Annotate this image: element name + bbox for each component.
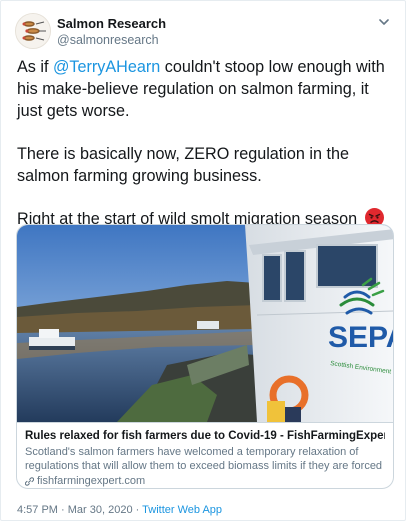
card-image[interactable]: SEPA Scottish Environment Protection Age…: [17, 225, 394, 422]
avatar[interactable]: [15, 13, 51, 49]
tweet-paragraph-1: As if @TerryAHearn couldn't stoop low en…: [17, 56, 397, 122]
meta-separator: ·: [132, 504, 143, 516]
card-link[interactable]: fishfarmingexpert.com: [25, 474, 385, 488]
chevron-down-icon[interactable]: [377, 15, 391, 29]
tweet-header: Salmon Research @salmonresearch: [15, 13, 393, 53]
author-handle[interactable]: @salmonresearch: [57, 32, 166, 48]
link-card[interactable]: SEPA Scottish Environment Protection Age…: [16, 224, 394, 489]
tweet-source[interactable]: Twitter Web App: [142, 504, 222, 516]
tweet-time[interactable]: 4:57 PM: [17, 504, 58, 516]
author-block[interactable]: Salmon Research @salmonresearch: [57, 16, 166, 48]
card-body[interactable]: Rules relaxed for fish farmers due to Co…: [17, 422, 393, 488]
tweet-paragraph-2: There is basically now, ZERO regulation …: [17, 145, 350, 185]
meta-separator: ·: [57, 504, 68, 516]
tweet-card: Salmon Research @salmonresearch As if @T…: [0, 0, 406, 521]
link-icon: [25, 476, 34, 486]
tweet-meta: 4:57 PM · Mar 30, 2020 · Twitter Web App: [17, 504, 222, 516]
author-display-name[interactable]: Salmon Research: [57, 16, 166, 32]
card-description: Scotland's salmon farmers have welcomed …: [25, 446, 383, 472]
card-title[interactable]: Rules relaxed for fish farmers due to Co…: [25, 429, 385, 444]
sepa-logo-text: SEPA: [328, 321, 394, 354]
tweet-text-before-mention: As if: [17, 58, 53, 76]
tweet-text: As if @TerryAHearn couldn't stoop low en…: [17, 56, 397, 251]
mention-link[interactable]: @TerryAHearn: [53, 58, 160, 76]
card-image-illustration: SEPA Scottish Environment Protection Age…: [17, 225, 394, 422]
tweet-date[interactable]: Mar 30, 2020: [68, 504, 133, 516]
card-link-domain[interactable]: fishfarmingexpert.com: [37, 474, 145, 488]
avatar-fish-icon: [16, 14, 50, 48]
